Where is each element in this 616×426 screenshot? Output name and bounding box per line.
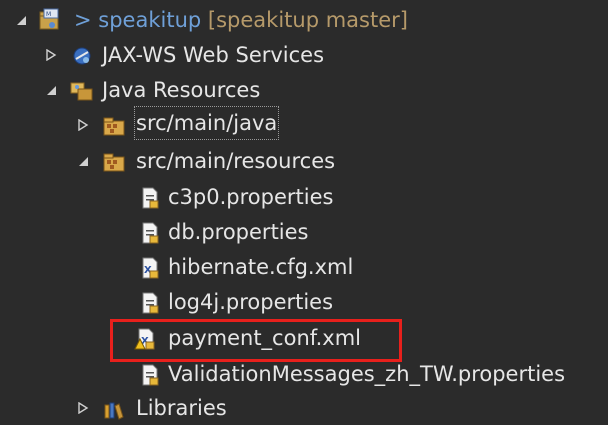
window-edge: [608, 0, 616, 425]
tree-row-jaxws[interactable]: JAX-WS Web Services: [0, 38, 616, 72]
tree-row-project[interactable]: M > speakitup [speakitup master]: [0, 3, 616, 37]
expanded-arrow-icon[interactable]: [76, 154, 90, 168]
expanded-arrow-icon[interactable]: [14, 13, 28, 27]
source-folder-icon: [102, 150, 126, 174]
java-resources-label: Java Resources: [102, 78, 261, 102]
project-label[interactable]: > speakitup [speakitup master]: [74, 3, 408, 37]
properties-file-icon: [138, 186, 162, 210]
collapsed-arrow-icon[interactable]: [76, 401, 90, 415]
jaxws-label: JAX-WS Web Services: [102, 43, 325, 67]
tree-row-file[interactable]: X hibernate.cfg.xml: [0, 250, 616, 284]
tree-row-libraries[interactable]: Libraries: [0, 391, 616, 425]
properties-file-icon: [138, 291, 162, 315]
expanded-arrow-icon[interactable]: [44, 83, 58, 97]
tree-row-java-resources[interactable]: Java Resources: [0, 73, 616, 107]
file-label: db.properties: [168, 220, 309, 244]
tree-row-file[interactable]: c3p0.properties: [0, 180, 616, 214]
maven-project-icon: M: [38, 8, 62, 32]
tree-row-src-main-java[interactable]: src/main/java: [0, 106, 616, 142]
source-folder-icon: [102, 114, 126, 138]
project-branch: [speakitup master]: [207, 8, 408, 32]
highlight-box: [110, 319, 402, 362]
file-label: ValidationMessages_zh_TW.properties: [168, 362, 566, 386]
collapsed-arrow-icon[interactable]: [76, 118, 90, 132]
tree-row-file[interactable]: log4j.properties: [0, 285, 616, 319]
file-label: c3p0.properties: [168, 185, 334, 209]
properties-file-icon: [138, 221, 162, 245]
src-main-java-label: src/main/java: [133, 106, 280, 140]
project-name: speakitup: [98, 8, 202, 32]
xml-file-icon: X: [138, 256, 162, 280]
file-label: log4j.properties: [168, 290, 334, 314]
collapsed-arrow-icon[interactable]: [44, 48, 58, 62]
file-label: hibernate.cfg.xml: [168, 255, 354, 279]
project-prefix: >: [74, 8, 99, 32]
project-explorer-tree: M > speakitup [speakitup master] JAX-WS …: [0, 0, 616, 425]
svg-text:M: M: [46, 11, 51, 18]
java-resources-icon: [70, 79, 94, 103]
src-main-resources-label: src/main/resources: [136, 149, 336, 173]
tree-row-file[interactable]: db.properties: [0, 215, 616, 249]
libraries-label: Libraries: [136, 396, 227, 420]
tree-row-src-main-resources[interactable]: src/main/resources: [0, 144, 616, 178]
tree-row-file[interactable]: ValidationMessages_zh_TW.properties: [0, 357, 616, 391]
properties-file-icon: [138, 363, 162, 387]
web-services-icon: [70, 44, 94, 68]
libraries-icon: [102, 397, 126, 421]
